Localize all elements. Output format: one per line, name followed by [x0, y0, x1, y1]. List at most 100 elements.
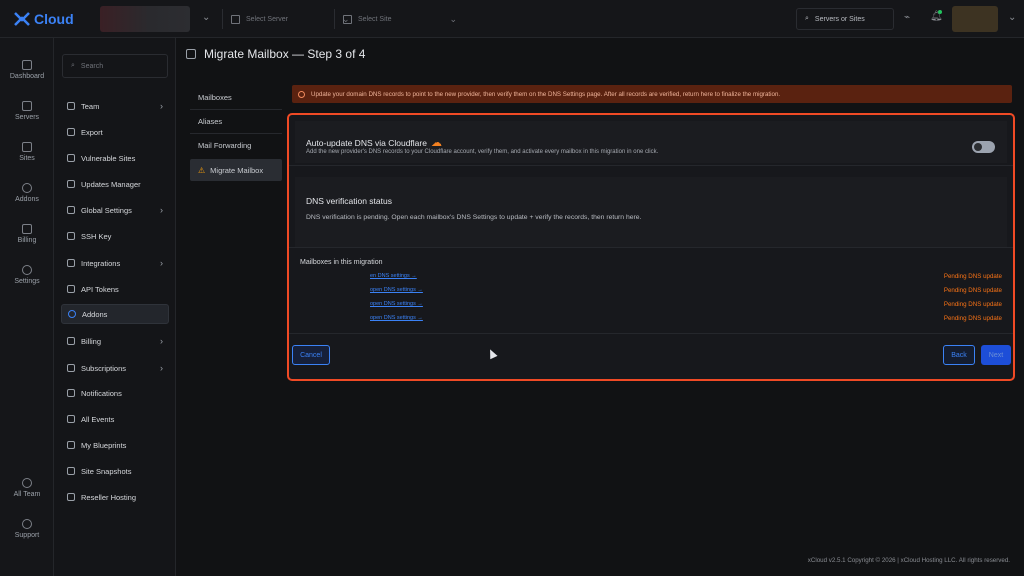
- tab-aliases[interactable]: Aliases: [190, 110, 282, 132]
- wordpress-icon: [67, 180, 75, 188]
- users-icon: [67, 102, 75, 110]
- sidebar-item-export[interactable]: Export: [61, 122, 169, 142]
- dns-warning-banner: Update your domain DNS records to point …: [292, 85, 1012, 103]
- rail-item-label: Sites: [19, 155, 35, 162]
- page-title-text: Migrate Mailbox — Step 3 of 4: [204, 47, 366, 61]
- site-select[interactable]: Select Site ⌄: [334, 9, 457, 29]
- addons-icon: [68, 310, 76, 318]
- chevron-right-icon: ›: [160, 101, 163, 111]
- sidebar-item-ssh-key[interactable]: SSH Key: [61, 226, 169, 246]
- banner-text: Update your domain DNS records to point …: [311, 90, 781, 98]
- activity-icon: [67, 415, 75, 423]
- sidebar-item-my-blueprints[interactable]: My Blueprints: [61, 435, 169, 455]
- team-icon: [22, 478, 32, 488]
- logo[interactable]: Cloud: [12, 9, 74, 29]
- tab-mail-forwarding[interactable]: Mail Forwarding: [190, 134, 282, 156]
- next-button[interactable]: Next: [981, 345, 1011, 365]
- sidebar-item-label: Notifications: [81, 388, 122, 398]
- sidebar-item-label: My Blueprints: [81, 440, 127, 450]
- addons-icon: [22, 183, 32, 193]
- rail-item-addons[interactable]: Addons: [0, 183, 54, 203]
- rail-item-sites[interactable]: Sites: [0, 142, 54, 162]
- rail-item-billing[interactable]: Billing: [0, 224, 54, 244]
- migration-panel: Auto-update DNS via Cloudflare ☁ Add the…: [287, 113, 1015, 381]
- rail-item-all-team[interactable]: All Team: [0, 478, 54, 498]
- sidebar-item-subscriptions[interactable]: Subscriptions ›: [61, 358, 169, 378]
- rail-item-label: Servers: [14, 114, 40, 121]
- footer-copyright: xCloud v2.5.1 Copyright © 2026 | xCloud …: [807, 557, 1010, 564]
- rail-item-settings[interactable]: Settings: [0, 265, 54, 285]
- sidebar-search-input[interactable]: ⌕ Search: [62, 54, 168, 78]
- divider: [289, 247, 1013, 248]
- sidebar-item-label: Global Settings: [81, 205, 132, 215]
- sidebar-item-label: Reseller Hosting: [81, 492, 137, 502]
- rail-item-label: Settings: [14, 278, 40, 285]
- sites-icon: [22, 142, 32, 152]
- sidebar-item-updates-manager[interactable]: Updates Manager: [61, 174, 169, 194]
- chevron-down-icon[interactable]: ⌄: [1008, 12, 1016, 23]
- dns-settings-link[interactable]: open DNS settings →: [370, 287, 423, 293]
- step-label: Migrate Mailbox: [210, 165, 264, 175]
- search-icon: ⌕: [805, 15, 809, 22]
- sidebar-item-label: Billing: [81, 336, 102, 346]
- tab-migrate-mailbox[interactable]: ⚠ Migrate Mailbox: [190, 159, 282, 181]
- site-select-placeholder: Select Site: [358, 15, 392, 23]
- blueprint-icon: [67, 441, 75, 449]
- sidebar-item-label: Export: [81, 127, 103, 137]
- sidebar-item-api-tokens[interactable]: API Tokens: [61, 279, 169, 299]
- sidebar-item-addons[interactable]: Addons: [61, 304, 169, 324]
- sidebar-item-integrations[interactable]: Integrations ›: [61, 253, 169, 273]
- cloudflare-title: Auto-update DNS via Cloudflare ☁: [306, 136, 442, 149]
- mailboxes-title: Mailboxes in this migration: [300, 259, 383, 266]
- globe-icon: [67, 206, 75, 214]
- chevron-right-icon: ›: [160, 258, 163, 268]
- cloudflare-icon: ☁: [430, 137, 442, 149]
- dns-settings-link[interactable]: en DNS settings →: [370, 273, 417, 279]
- global-search-label: Servers or Sites: [814, 15, 865, 23]
- sidebar-item-label: API Tokens: [81, 284, 119, 294]
- sidebar-item-label: Site Snapshots: [81, 466, 132, 476]
- table-row: open DNS settings → Pending DNS update: [300, 287, 1002, 301]
- toggle-knob: [974, 143, 982, 151]
- support-icon: [22, 519, 32, 529]
- sidebar-item-notifications[interactable]: Notifications: [61, 383, 169, 403]
- sidebar-item-vulnerable-sites[interactable]: Vulnerable Sites: [61, 148, 169, 168]
- rail-item-dashboard[interactable]: Dashboard: [0, 60, 54, 80]
- rail-item-label: Billing: [17, 237, 37, 244]
- chevron-right-icon: ›: [160, 363, 163, 373]
- divider: [289, 333, 1013, 334]
- sidebar-item-reseller-hosting[interactable]: Reseller Hosting: [61, 487, 169, 507]
- sidebar-search-placeholder: Search: [80, 62, 104, 70]
- activity-icon[interactable]: ⌁: [904, 12, 910, 23]
- logo-text: Cloud: [34, 11, 74, 27]
- rail-item-servers[interactable]: Servers: [0, 101, 54, 121]
- sidebar-item-billing[interactable]: Billing ›: [61, 331, 169, 351]
- divider: [289, 165, 1013, 166]
- step-label: Mailboxes: [198, 92, 232, 102]
- sidebar-item-label: SSH Key: [81, 231, 112, 241]
- subscriptions-icon: [67, 364, 75, 372]
- back-button[interactable]: Back: [943, 345, 975, 365]
- rail-item-support[interactable]: Support: [0, 519, 54, 539]
- team-switcher[interactable]: [100, 6, 190, 32]
- sidebar-item-label: Updates Manager: [81, 179, 141, 189]
- cloudflare-toggle[interactable]: [972, 141, 995, 153]
- sidebar-item-team[interactable]: Team ›: [61, 96, 169, 116]
- export-icon: [67, 128, 75, 136]
- chevron-down-icon[interactable]: ⌄: [202, 12, 214, 24]
- global-search[interactable]: ⌕ Servers or Sites: [796, 8, 894, 30]
- user-menu[interactable]: [952, 6, 998, 32]
- server-select[interactable]: Select Server ⌄: [222, 9, 350, 29]
- warning-icon: ⚠: [198, 165, 206, 175]
- cancel-button[interactable]: Cancel: [292, 345, 330, 365]
- dns-settings-link[interactable]: open DNS settings →: [370, 301, 423, 307]
- left-rail: Dashboard Servers Sites Addons Billing S…: [0, 38, 54, 576]
- status-badge: Pending DNS update: [943, 273, 1002, 280]
- dns-settings-link[interactable]: open DNS settings →: [370, 315, 423, 321]
- sidebar-item-site-snapshots[interactable]: Site Snapshots: [61, 461, 169, 481]
- tab-mailboxes[interactable]: Mailboxes: [190, 86, 282, 108]
- table-row: open DNS settings → Pending DNS update: [300, 301, 1002, 315]
- sidebar-item-all-events[interactable]: All Events: [61, 409, 169, 429]
- status-badge: Pending DNS update: [943, 287, 1002, 294]
- sidebar-item-global-settings[interactable]: Global Settings ›: [61, 200, 169, 220]
